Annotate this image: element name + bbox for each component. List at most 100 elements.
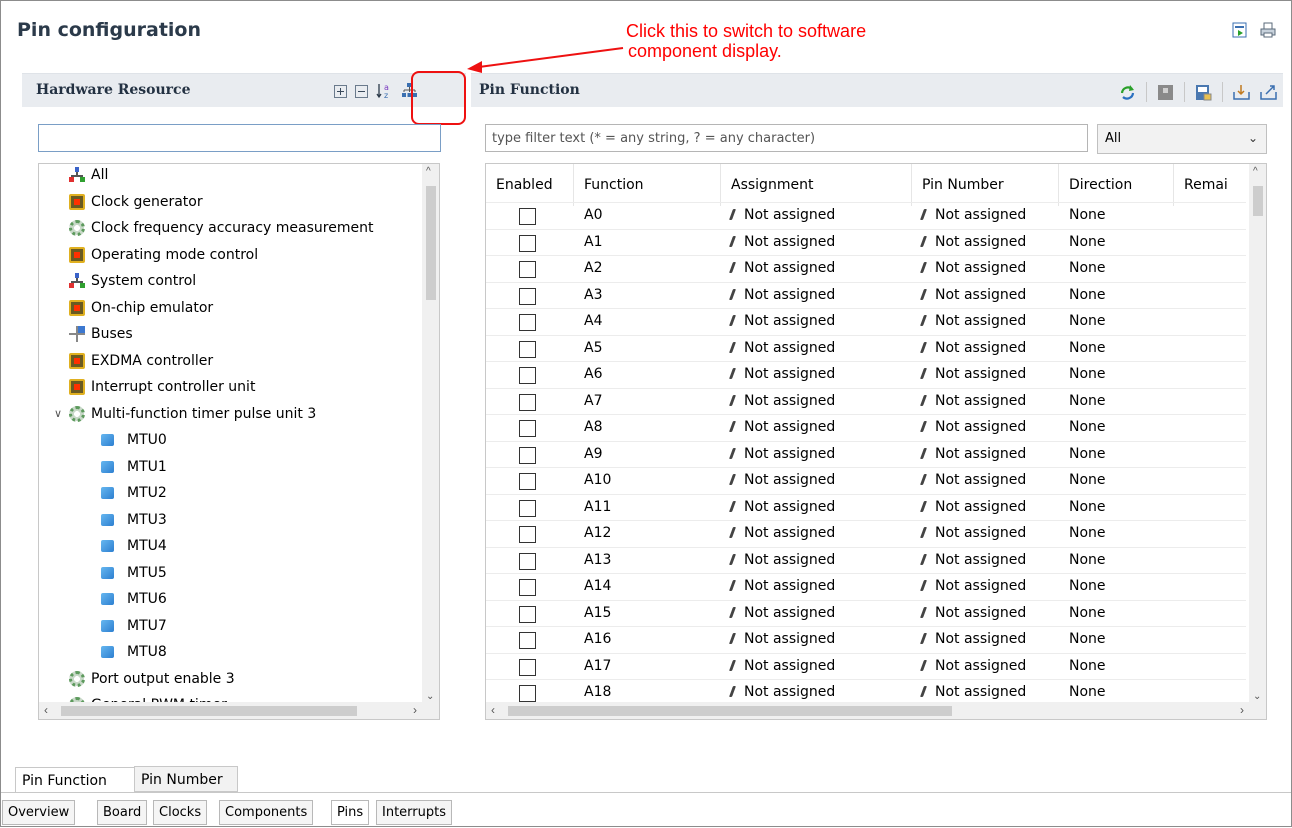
table-row[interactable]: A6 Not assigned Not assigned None [486, 361, 1246, 388]
table-row[interactable]: A9 Not assigned Not assigned None [486, 440, 1246, 468]
tree-horizontal-scrollbar[interactable]: ‹ › [39, 702, 439, 719]
tree-vertical-scrollbar[interactable]: ^ ⌄ [422, 164, 439, 704]
pin-number-cell[interactable]: Not assigned [919, 446, 1026, 462]
assignment-cell[interactable]: Not assigned [728, 446, 835, 462]
enabled-checkbox[interactable] [519, 420, 536, 437]
enabled-checkbox[interactable] [519, 605, 536, 623]
tree-item[interactable]: MTU8 [39, 639, 167, 665]
enabled-checkbox[interactable] [519, 446, 536, 464]
scroll-left-icon[interactable]: ‹ [491, 703, 495, 717]
tree-item[interactable]: MTU1 [39, 454, 167, 480]
enabled-checkbox[interactable] [519, 234, 536, 252]
scroll-down-icon[interactable]: ⌄ [426, 691, 434, 702]
enabled-checkbox[interactable] [519, 261, 536, 278]
assignment-cell[interactable]: Not assigned [728, 472, 835, 488]
assignment-cell[interactable]: Not assigned [728, 419, 835, 435]
scroll-left-icon[interactable]: ‹ [44, 703, 48, 717]
table-row[interactable]: A15 Not assigned Not assigned None [486, 599, 1246, 627]
scroll-right-icon[interactable]: › [413, 703, 417, 717]
table-row[interactable]: A8 Not assigned Not assigned None [486, 414, 1246, 441]
assignment-cell[interactable]: Not assigned [728, 287, 835, 303]
pin-number-cell[interactable]: Not assigned [919, 393, 1026, 409]
table-horizontal-scrollbar[interactable]: ‹ › [486, 702, 1266, 719]
enabled-checkbox[interactable] [519, 552, 536, 570]
enabled-checkbox[interactable] [519, 367, 536, 384]
import-icon[interactable] [1233, 84, 1250, 101]
tree-item[interactable]: MTU7 [39, 613, 167, 639]
tree-item[interactable]: Operating mode control [39, 242, 258, 268]
assignment-cell[interactable]: Not assigned [728, 525, 835, 541]
scroll-thumb[interactable] [1253, 186, 1263, 216]
assignment-cell[interactable]: Not assigned [728, 393, 835, 409]
enabled-checkbox[interactable] [519, 499, 536, 517]
assignment-cell[interactable]: Not assigned [728, 658, 835, 674]
hardware-resource-search-input[interactable] [38, 124, 441, 152]
column-header[interactable]: Enabled [486, 164, 574, 206]
tree-item[interactable]: On-chip emulator [39, 295, 213, 321]
column-header[interactable]: Assignment [721, 164, 912, 206]
pin-number-cell[interactable]: Not assigned [919, 525, 1026, 541]
expand-all-icon[interactable] [334, 85, 347, 98]
tree-item[interactable]: MTU3 [39, 507, 167, 533]
table-row[interactable]: A16 Not assigned Not assigned None [486, 626, 1246, 653]
table-row[interactable]: A13 Not assigned Not assigned None [486, 546, 1246, 574]
tree-item[interactable]: Clock generator [39, 189, 203, 215]
table-row[interactable]: A17 Not assigned Not assigned None [486, 652, 1246, 680]
pin-number-cell[interactable]: Not assigned [919, 419, 1026, 435]
scroll-right-icon[interactable]: › [1240, 703, 1244, 717]
enabled-checkbox[interactable] [519, 658, 536, 676]
table-row[interactable]: A14 Not assigned Not assigned None [486, 573, 1246, 600]
tree-item[interactable]: MTU4 [39, 533, 167, 559]
enabled-checkbox[interactable] [519, 685, 536, 702]
pin-number-cell[interactable]: Not assigned [919, 472, 1026, 488]
tree-item[interactable]: MTU0 [39, 427, 167, 453]
tree-item[interactable]: MTU2 [39, 480, 167, 506]
table-vertical-scrollbar[interactable]: ^ ⌄ [1249, 164, 1266, 704]
assignment-cell[interactable]: Not assigned [728, 207, 835, 223]
table-row[interactable]: A4 Not assigned Not assigned None [486, 308, 1246, 335]
table-row[interactable]: A3 Not assigned Not assigned None [486, 281, 1246, 309]
tree-item[interactable]: Buses [39, 321, 133, 347]
enabled-checkbox[interactable] [519, 340, 536, 358]
column-header[interactable]: Pin Number [912, 164, 1059, 206]
export-icon[interactable] [1260, 84, 1277, 101]
pin-icon[interactable] [1157, 84, 1174, 101]
tab-interrupts[interactable]: Interrupts [376, 800, 452, 825]
pin-function-filter-combo[interactable]: All ⌄ [1097, 124, 1267, 154]
table-row[interactable]: A5 Not assigned Not assigned None [486, 334, 1246, 362]
assignment-cell[interactable]: Not assigned [728, 234, 835, 250]
enabled-checkbox[interactable] [519, 314, 536, 331]
tab-pin-number[interactable]: Pin Number [134, 766, 238, 792]
generate-code-icon[interactable] [1231, 21, 1249, 39]
pin-number-cell[interactable]: Not assigned [919, 684, 1026, 700]
tab-components[interactable]: Components [219, 800, 314, 825]
enabled-checkbox[interactable] [519, 473, 536, 490]
table-row[interactable]: A10 Not assigned Not assigned None [486, 467, 1246, 494]
column-header[interactable]: Direction [1059, 164, 1174, 206]
tab-overview[interactable]: Overview [2, 800, 76, 825]
pin-number-cell[interactable]: Not assigned [919, 552, 1026, 568]
scroll-thumb[interactable] [61, 706, 357, 716]
refresh-icon[interactable] [1119, 84, 1136, 101]
print-icon[interactable] [1259, 21, 1277, 39]
enabled-checkbox[interactable] [519, 632, 536, 649]
assignment-cell[interactable]: Not assigned [728, 552, 835, 568]
pin-number-cell[interactable]: Not assigned [919, 287, 1026, 303]
tab-pin-function[interactable]: Pin Function [15, 767, 135, 793]
enabled-checkbox[interactable] [519, 208, 536, 225]
assignment-cell[interactable]: Not assigned [728, 578, 835, 594]
tab-board[interactable]: Board [97, 800, 148, 825]
assignment-cell[interactable]: Not assigned [728, 366, 835, 382]
tree-item[interactable]: MTU5 [39, 560, 167, 586]
assignment-cell[interactable]: Not assigned [728, 499, 835, 515]
tree-item[interactable]: System control [39, 268, 196, 294]
pin-number-cell[interactable]: Not assigned [919, 605, 1026, 621]
table-row[interactable]: A0 Not assigned Not assigned None [486, 202, 1246, 229]
enabled-checkbox[interactable] [519, 526, 536, 543]
assignment-cell[interactable]: Not assigned [728, 631, 835, 647]
scroll-up-icon[interactable]: ^ [426, 166, 431, 177]
scroll-thumb[interactable] [426, 186, 436, 300]
tab-clocks[interactable]: Clocks [153, 800, 208, 825]
expand-toggle-icon[interactable]: ∨ [51, 407, 65, 420]
table-row[interactable]: A2 Not assigned Not assigned None [486, 255, 1246, 282]
